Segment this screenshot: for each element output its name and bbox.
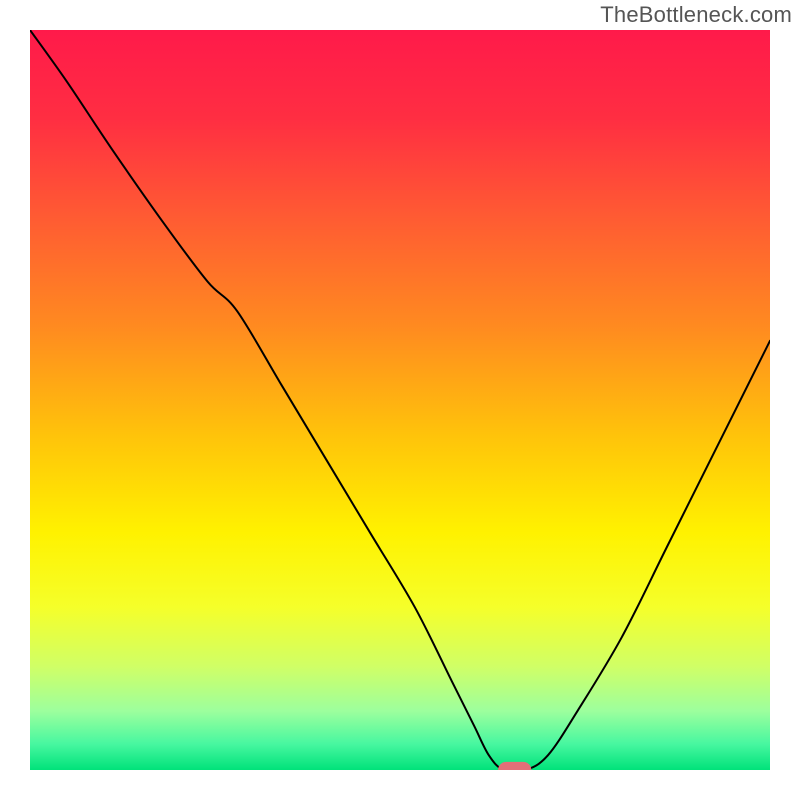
gradient-background bbox=[30, 30, 770, 770]
optimal-marker bbox=[498, 762, 531, 770]
chart-container: TheBottleneck.com bbox=[0, 0, 800, 800]
watermark-text: TheBottleneck.com bbox=[600, 2, 792, 28]
plot-area bbox=[30, 30, 770, 770]
chart-svg bbox=[30, 30, 770, 770]
